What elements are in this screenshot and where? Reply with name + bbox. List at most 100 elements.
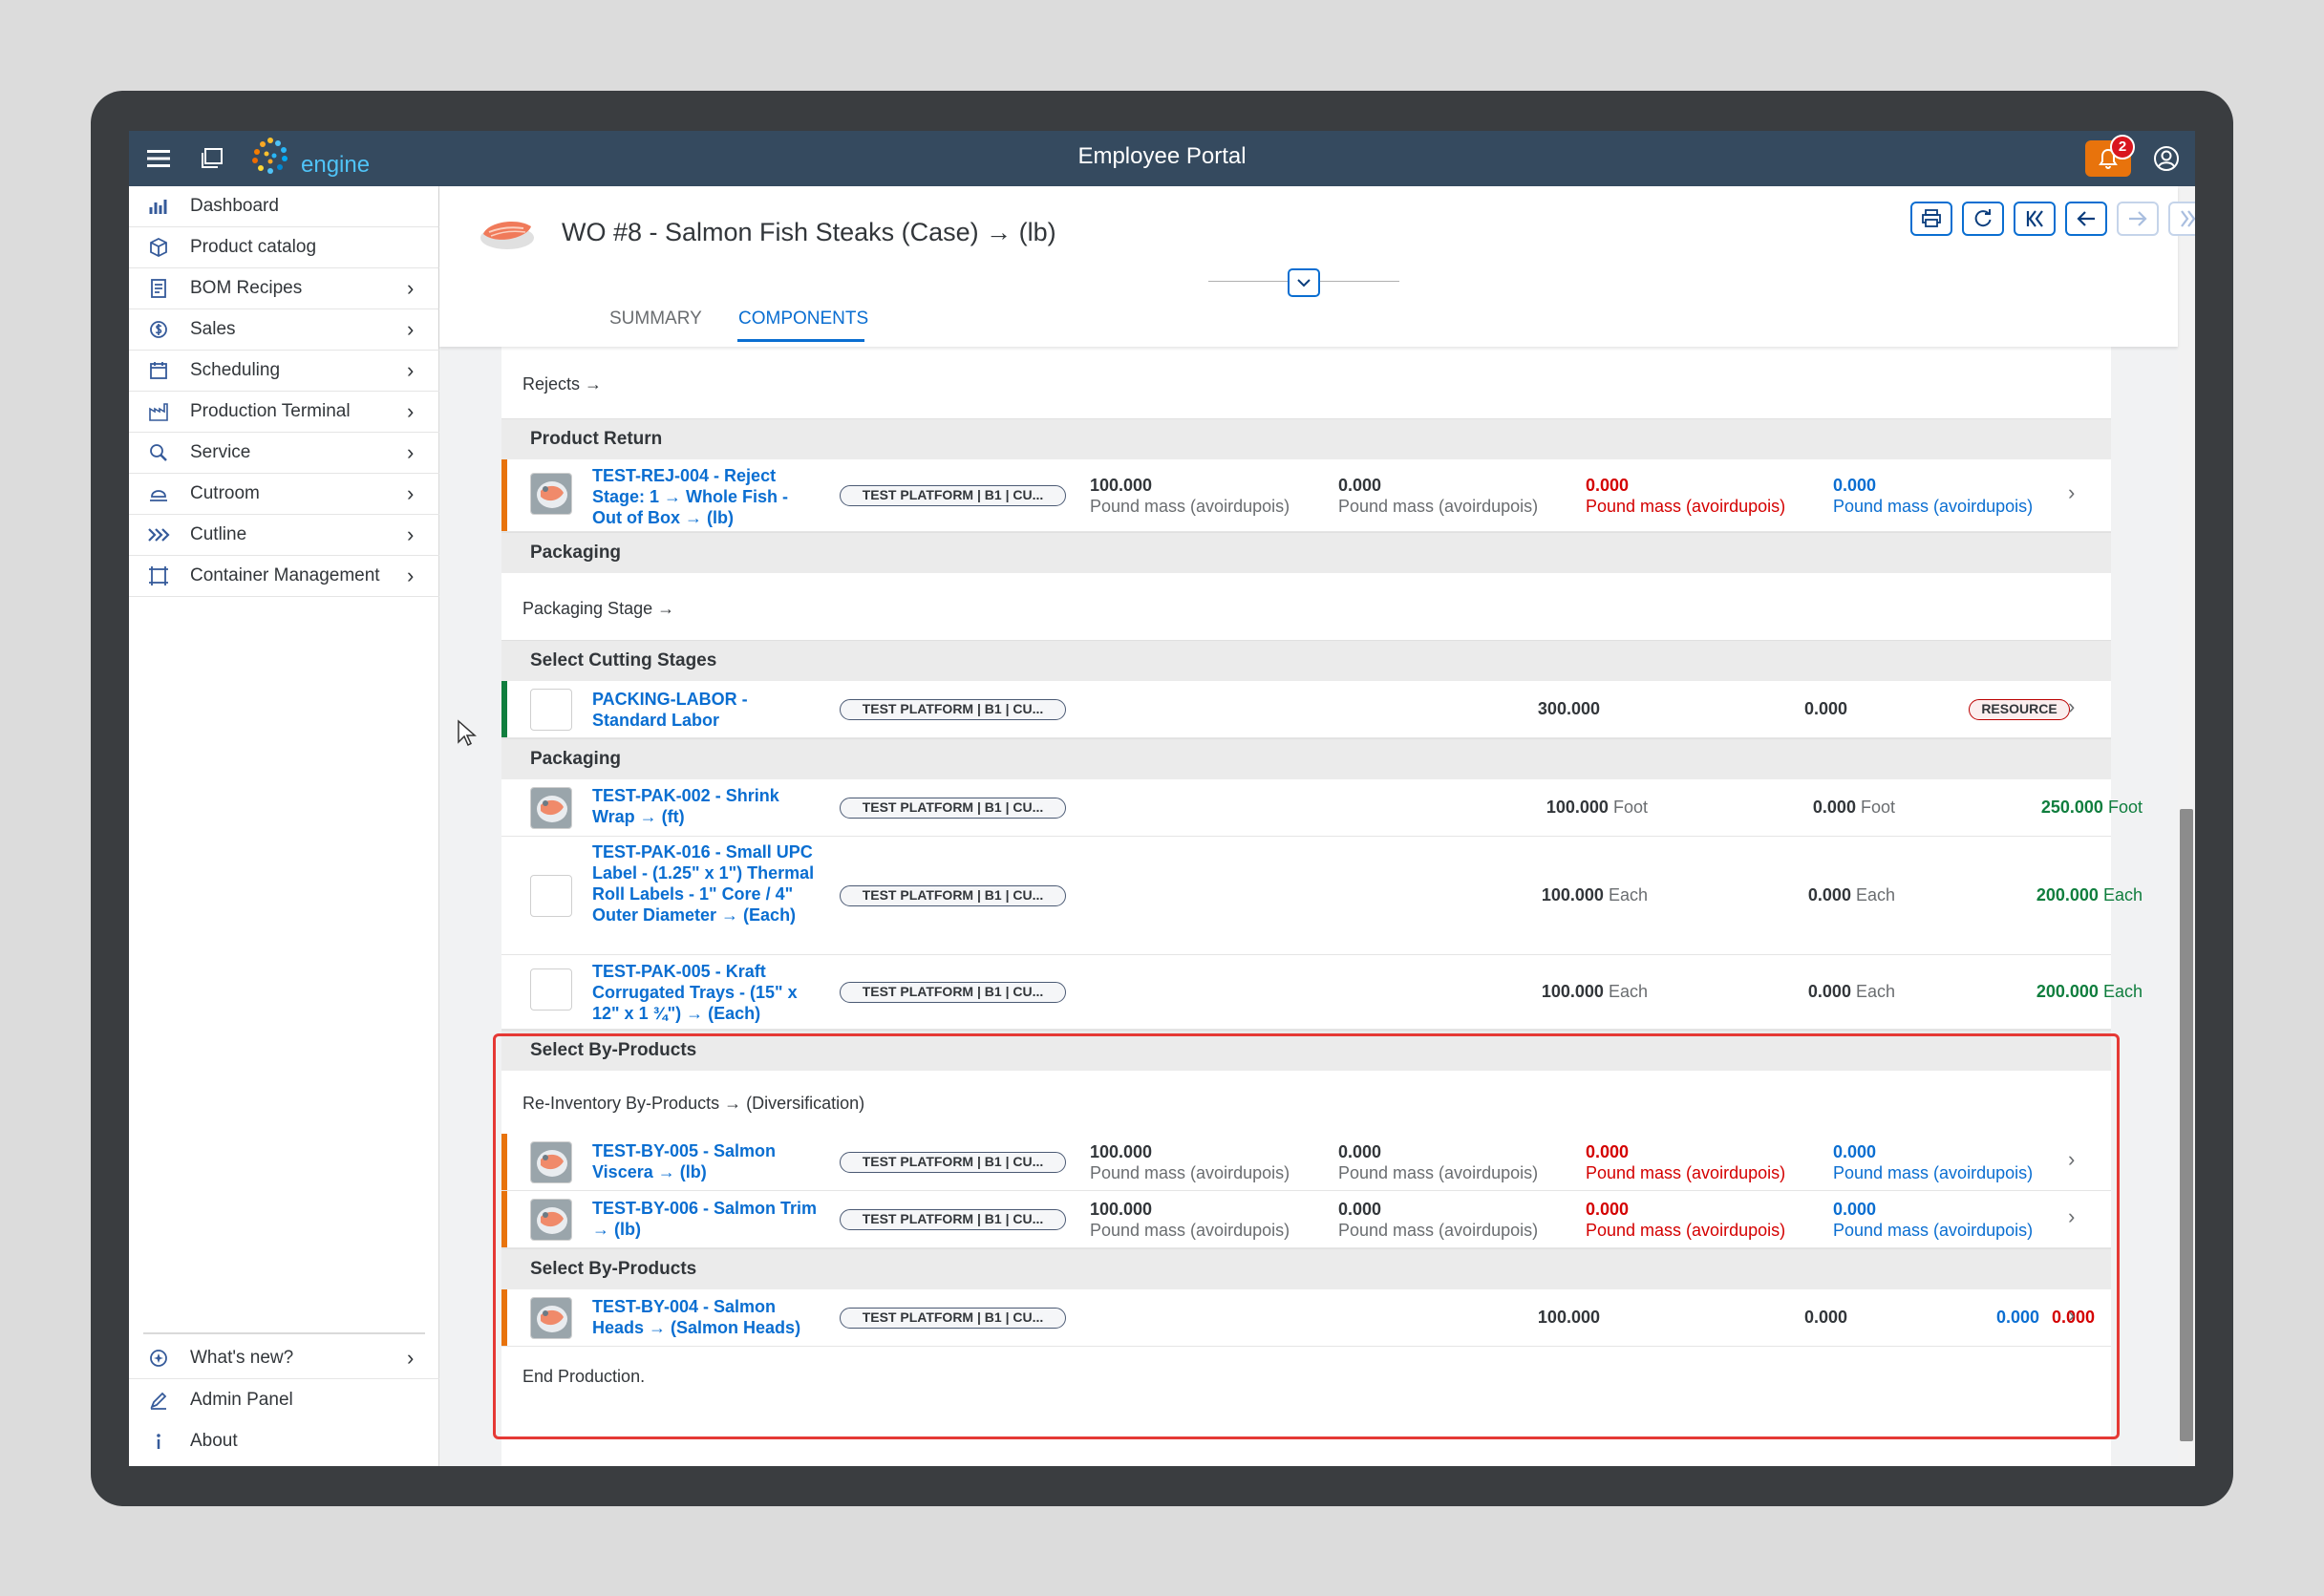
sidebar-item-cutroom[interactable]: Cutroom › — [129, 474, 439, 515]
chevron-right-icon[interactable]: › — [2068, 1147, 2075, 1172]
container-management-icon — [146, 564, 171, 588]
warehouse-tag: TEST PLATFORM | B1 | CU... — [840, 485, 1066, 506]
component-name-link[interactable]: TEST-BY-006 - Salmon Trim → (lb) — [592, 1198, 821, 1240]
qty-col-1: 100.000 — [1537, 1308, 1600, 1327]
sidebar-item-production-terminal[interactable]: Production Terminal › — [129, 392, 439, 433]
qty-col-1: 100.000 Pound mass (avoirdupois) — [1090, 1200, 1290, 1240]
tab-components[interactable]: COMPONENTS — [738, 309, 868, 330]
table-row[interactable]: PACKING-LABOR - Standard Labor TEST PLAT… — [501, 681, 2111, 738]
notification-badge: 2 — [2110, 135, 2135, 160]
admin-panel-icon — [146, 1388, 171, 1413]
qty-col-3: 0.000 Pound mass (avoirdupois) — [1586, 1142, 1786, 1182]
row-status-bar — [501, 1289, 507, 1346]
chevron-right-icon[interactable]: › — [2068, 694, 2075, 719]
cutroom-icon — [146, 481, 171, 506]
app-screen: engine Employee Portal 2 Dashboard Produ… — [129, 131, 2195, 1466]
reinventory-label: Re-Inventory By-Products → (Diversificat… — [522, 1094, 865, 1113]
sidebar-item-service[interactable]: Service › — [129, 433, 439, 474]
qty-col-4: 0.000 Pound mass (avoirdupois) — [1833, 1142, 2034, 1182]
end-production-label: End Production. — [522, 1367, 646, 1386]
previous-record-button[interactable] — [2065, 202, 2107, 236]
sidebar-item-whats-new[interactable]: What's new? › — [129, 1338, 439, 1379]
fish-thumbnail-icon — [530, 473, 572, 515]
qty-col-1: 100.000 Pound mass (avoirdupois) — [1090, 476, 1290, 516]
refresh-icon — [1974, 209, 1992, 227]
chevron-right-icon: › — [407, 358, 415, 382]
chevron-right-icon[interactable]: › — [2068, 1303, 2075, 1328]
qty-col-3: 200.000 Each — [2036, 885, 2143, 904]
chevron-right-icon: › — [407, 399, 415, 423]
arrow-left-icon — [2077, 211, 2095, 226]
packaging-stage-label: Packaging Stage → — [522, 599, 675, 618]
chevron-right-icon[interactable]: › — [2068, 1204, 2075, 1229]
shell-bar: engine Employee Portal 2 — [129, 131, 2195, 186]
sidebar-item-admin-panel[interactable]: Admin Panel — [129, 1379, 439, 1420]
section-header-by-products-2: Select By-Products — [501, 1248, 2111, 1289]
chevron-right-icon[interactable]: › — [2068, 480, 2075, 505]
bom-recipes-icon — [146, 276, 171, 301]
component-name-link[interactable]: TEST-BY-005 - Salmon Viscera → (lb) — [592, 1140, 821, 1182]
tab-summary[interactable]: SUMMARY — [609, 309, 702, 330]
qty-col-1: 100.000 Each — [1541, 982, 1648, 1001]
section-header-product-return: Product Return — [501, 418, 2111, 459]
arrow-right-icon — [2129, 211, 2147, 226]
row-status-bar — [501, 1134, 507, 1190]
table-row[interactable]: TEST-PAK-016 - Small UPC Label - (1.25" … — [501, 837, 2143, 955]
table-row[interactable]: TEST-BY-005 - Salmon Viscera → (lb) TEST… — [501, 1134, 2111, 1191]
qty-col-2: 0.000 Pound mass (avoirdupois) — [1338, 1200, 1539, 1240]
warehouse-tag: TEST PLATFORM | B1 | CU... — [840, 982, 1066, 1003]
qty-col-4: 0.000 — [1995, 1308, 2039, 1327]
last-record-button[interactable] — [2168, 202, 2195, 236]
section-header-packaging: Packaging — [501, 532, 2111, 573]
scrollbar-thumb[interactable] — [2180, 809, 2193, 1441]
qty-col-1: 300.000 — [1537, 699, 1600, 718]
table-row[interactable]: TEST-REJ-004 - Reject Stage: 1 → Whole F… — [501, 459, 2111, 532]
table-row[interactable]: TEST-BY-006 - Salmon Trim → (lb) TEST PL… — [501, 1191, 2111, 1248]
qty-col-1: 100.000 Pound mass (avoirdupois) — [1090, 1142, 1290, 1182]
sidebar-item-scheduling[interactable]: Scheduling › — [129, 351, 439, 392]
sidebar-item-dashboard[interactable]: Dashboard — [129, 186, 439, 227]
sidebar-item-container-management[interactable]: Container Management › — [129, 556, 439, 597]
sidebar-item-sales[interactable]: Sales › — [129, 309, 439, 351]
section-header-by-products: Select By-Products — [501, 1030, 2111, 1071]
refresh-button[interactable] — [1962, 202, 2004, 236]
component-name-link[interactable]: TEST-REJ-004 - Reject Stage: 1 → Whole F… — [592, 465, 821, 528]
mouse-cursor-icon — [457, 719, 478, 748]
component-name-link[interactable]: TEST-PAK-016 - Small UPC Label - (1.25" … — [592, 841, 821, 926]
qty-col-2: 0.000 Foot — [1812, 798, 1895, 817]
user-avatar-icon[interactable] — [2152, 144, 2181, 173]
component-name-link[interactable]: TEST-PAK-002 - Shrink Wrap → (ft) — [592, 785, 821, 827]
chevron-right-icon: › — [407, 564, 415, 587]
cutline-icon — [146, 522, 171, 547]
sidebar-item-about[interactable]: About — [129, 1420, 439, 1461]
sales-icon — [146, 317, 171, 342]
sidebar-item-cutline[interactable]: Cutline › — [129, 515, 439, 556]
service-icon — [146, 440, 171, 465]
component-name-link[interactable]: TEST-PAK-005 - Kraft Corrugated Trays - … — [592, 961, 821, 1024]
table-row[interactable]: TEST-BY-004 - Salmon Heads → (Salmon Hea… — [501, 1289, 2111, 1347]
sidebar-item-bom-recipes[interactable]: BOM Recipes › — [129, 268, 439, 309]
components-panel: Rejects → Product Return TEST-REJ-004 - … — [501, 347, 2143, 1466]
chevron-right-icon: › — [407, 481, 415, 505]
print-button[interactable] — [1910, 202, 1952, 236]
qty-col-2: 0.000 Each — [1807, 885, 1895, 904]
collapse-header-button[interactable] — [1288, 268, 1320, 297]
warehouse-tag: TEST PLATFORM | B1 | CU... — [840, 699, 1066, 720]
app-title: Employee Portal — [1077, 143, 1247, 169]
fish-thumbnail-icon — [530, 1199, 572, 1241]
component-name-link[interactable]: TEST-BY-004 - Salmon Heads → (Salmon Hea… — [592, 1296, 821, 1338]
first-record-button[interactable] — [2014, 202, 2056, 236]
component-name-link[interactable]: PACKING-LABOR - Standard Labor — [592, 689, 821, 731]
fish-thumbnail-icon — [530, 787, 572, 829]
next-record-button[interactable] — [2117, 202, 2159, 236]
table-row[interactable]: TEST-PAK-002 - Shrink Wrap → (ft) TEST P… — [501, 779, 2143, 837]
fish-thumbnail-icon — [530, 1141, 572, 1183]
empty-thumbnail — [530, 968, 572, 1011]
sidebar-item-product-catalog[interactable]: Product catalog — [129, 227, 439, 268]
table-row[interactable]: TEST-PAK-005 - Kraft Corrugated Trays - … — [501, 955, 2143, 1030]
last-icon — [2181, 210, 2195, 227]
qty-col-4: 0.000 Pound mass (avoirdupois) — [1833, 476, 2034, 516]
empty-thumbnail — [530, 689, 572, 731]
qty-col-1: 100.000 Foot — [1546, 798, 1648, 817]
active-tab-indicator — [737, 339, 864, 342]
